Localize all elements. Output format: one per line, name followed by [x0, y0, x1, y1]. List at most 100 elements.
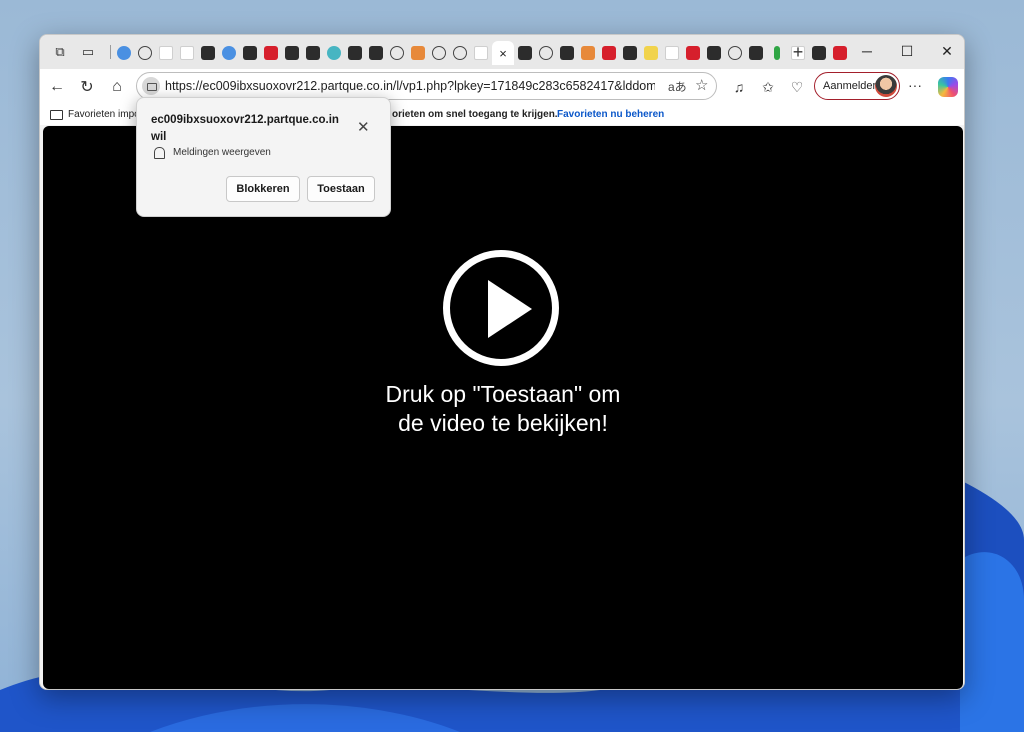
favorite-star-icon[interactable]: ☆ [695, 76, 708, 94]
tab[interactable] [725, 41, 745, 65]
tab[interactable] [408, 41, 428, 65]
site-info-icon[interactable] [142, 77, 160, 95]
play-icon[interactable] [443, 250, 559, 366]
maximize-button[interactable]: ☐ [888, 35, 926, 67]
workspaces-icon[interactable]: ⧉ [48, 41, 72, 63]
blue-favicon-icon [117, 46, 131, 60]
new-tab-button[interactable]: + [788, 41, 808, 63]
lock-favicon-icon [201, 46, 215, 60]
favorites-import-text[interactable]: Favorieten impo [68, 109, 140, 120]
tab[interactable] [450, 41, 470, 65]
tab[interactable] [114, 41, 134, 65]
red-favicon-icon [602, 46, 616, 60]
signin-button[interactable]: Aanmelden [814, 72, 900, 100]
lock-favicon-icon [306, 46, 320, 60]
lock-favicon-icon [348, 46, 362, 60]
favorites-hint-text: orieten om snel toegang te krijgen. [392, 109, 558, 120]
red-favicon-icon [686, 46, 700, 60]
teal-favicon-icon [327, 46, 341, 60]
address-bar[interactable]: https://ec009ibxsuoxovr212.partque.co.in… [136, 72, 717, 100]
media-icon[interactable]: ♫ [730, 79, 748, 97]
orange-favicon-icon [581, 46, 595, 60]
block-button[interactable]: Blokkeren [226, 176, 300, 202]
signin-label: Aanmelden [823, 80, 879, 92]
close-tab-icon[interactable]: × [499, 46, 507, 61]
tab[interactable] [324, 41, 344, 65]
message-line-2: de video te bekijken! [398, 410, 608, 436]
tab[interactable] [366, 41, 386, 65]
globe-favicon-icon [539, 46, 553, 60]
tab-divider [110, 45, 111, 59]
blank-favicon-icon [180, 46, 194, 60]
close-icon[interactable]: ✕ [357, 118, 370, 136]
tab[interactable] [471, 41, 491, 65]
tab[interactable] [683, 41, 703, 65]
tab[interactable] [557, 41, 577, 65]
read-aloud-icon[interactable]: aあ [668, 78, 687, 95]
tab[interactable] [261, 41, 281, 65]
blank-favicon-icon [474, 46, 488, 60]
message-line-1: Druk op "Toestaan" om [385, 381, 621, 407]
tab[interactable] [536, 41, 556, 65]
tab[interactable] [219, 41, 239, 65]
refresh-icon[interactable]: ↻ [74, 75, 100, 99]
tab[interactable] [345, 41, 365, 65]
tab[interactable] [198, 41, 218, 65]
tab[interactable] [282, 41, 302, 65]
manage-favorites-link[interactable]: Favorieten nu beheren [557, 109, 664, 120]
tab[interactable] [303, 41, 323, 65]
globe-favicon-icon [432, 46, 446, 60]
avatar [875, 75, 897, 97]
tab[interactable] [830, 41, 850, 65]
back-arrow-icon[interactable]: ← [44, 75, 70, 99]
red-favicon-icon [833, 46, 847, 60]
tab[interactable] [578, 41, 598, 65]
health-icon[interactable]: ♡ [788, 79, 806, 97]
allow-instruction: Druk op "Toestaan" om de video te bekijk… [303, 380, 703, 438]
tab[interactable] [156, 41, 176, 65]
lock-favicon-icon [560, 46, 574, 60]
copilot-icon[interactable] [938, 77, 958, 97]
tab[interactable] [809, 41, 829, 65]
green-favicon-icon [774, 46, 780, 60]
tab[interactable] [387, 41, 407, 65]
lock-favicon-icon [623, 46, 637, 60]
tab[interactable] [429, 41, 449, 65]
favorites-icon[interactable]: ✩ [759, 79, 777, 97]
globe-favicon-icon [728, 46, 742, 60]
home-icon[interactable]: ⌂ [104, 75, 130, 99]
popup-site-domain: ec009ibxsuoxovr212.partque.co.in [151, 114, 339, 126]
tab[interactable] [177, 41, 197, 65]
tab[interactable] [620, 41, 640, 65]
tab[interactable] [515, 41, 535, 65]
bell-icon [154, 147, 165, 159]
dx-favicon-icon [644, 46, 658, 60]
tab[interactable] [746, 41, 766, 65]
tab[interactable] [662, 41, 682, 65]
tab-strip: ⧉ ▭ × + ─ ☐ ✕ [40, 35, 964, 69]
notification-permission-popup: ec009ibxsuoxovr212.partque.co.in wil ✕ M… [136, 97, 391, 217]
tab[interactable] [599, 41, 619, 65]
tab[interactable] [135, 41, 155, 65]
lock-favicon-icon [369, 46, 383, 60]
lock-favicon-icon [749, 46, 763, 60]
permission-text: Meldingen weergeven [173, 147, 271, 158]
tab[interactable] [704, 41, 724, 65]
tab[interactable] [240, 41, 260, 65]
globe-favicon-icon [453, 46, 467, 60]
blue-favicon-icon [222, 46, 236, 60]
allow-button[interactable]: Toestaan [307, 176, 375, 202]
lock-favicon-icon [285, 46, 299, 60]
globe-favicon-icon [390, 46, 404, 60]
orange-favicon-icon [411, 46, 425, 60]
close-window-button[interactable]: ✕ [928, 35, 964, 67]
more-menu-icon[interactable]: ··· [906, 77, 924, 95]
tab[interactable] [767, 41, 787, 65]
minimize-button[interactable]: ─ [848, 35, 886, 67]
lock-favicon-icon [243, 46, 257, 60]
tab[interactable] [641, 41, 661, 65]
folder-icon [50, 110, 63, 120]
tab-actions-icon[interactable]: ▭ [76, 41, 100, 63]
tab-active[interactable]: × [492, 41, 514, 65]
address-url[interactable]: https://ec009ibxsuoxovr212.partque.co.in… [165, 79, 655, 93]
